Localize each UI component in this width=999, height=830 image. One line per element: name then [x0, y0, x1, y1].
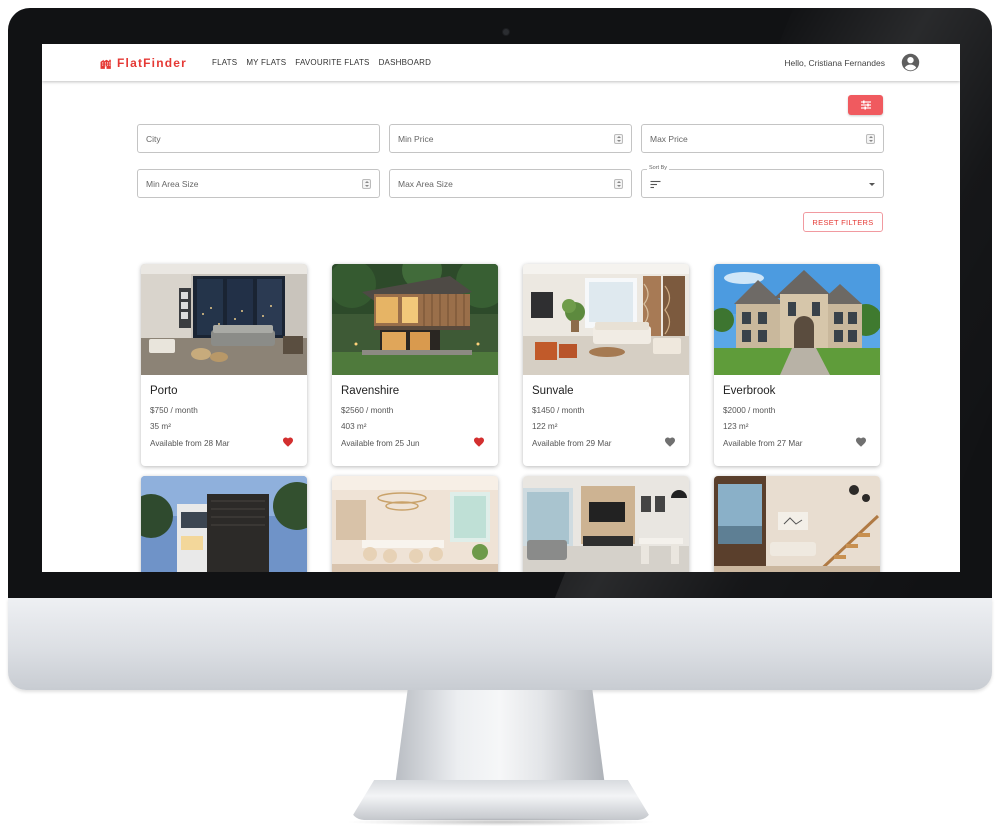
nav-flats[interactable]: FLATS	[212, 58, 237, 67]
flat-area: 35 m²	[150, 422, 171, 431]
chevron-down-icon	[869, 183, 875, 186]
flat-card[interactable]: Porto $750 / month 35 m² Available from …	[141, 264, 307, 466]
top-navbar: FlatFinder FLATS MY FLATS FAVOURITE FLAT…	[42, 44, 960, 81]
building-icon	[100, 59, 111, 69]
flat-photo	[523, 476, 689, 572]
monitor-chin	[8, 598, 992, 690]
nav-favourite-flats[interactable]: FAVOURITE FLATS	[295, 58, 369, 67]
flat-area: 403 m²	[341, 422, 367, 431]
flat-card[interactable]: Ravenshire $2560 / month 403 m² Availabl…	[332, 264, 498, 466]
flat-availability: Available from 25 Jun	[341, 439, 420, 448]
heart-icon[interactable]	[855, 436, 867, 447]
brand-logo[interactable]: FlatFinder	[100, 56, 187, 70]
stepper-icon[interactable]	[866, 134, 875, 144]
flat-card[interactable]	[141, 476, 307, 572]
sort-by-select[interactable]: Sort By	[641, 165, 884, 198]
user-greeting: Hello, Cristiana Fernandes	[784, 58, 885, 68]
city-placeholder: City	[146, 134, 161, 144]
flat-photo	[332, 476, 498, 572]
flat-price: $2560 / month	[341, 406, 394, 415]
brand-name: FlatFinder	[117, 56, 188, 70]
main-nav: FLATS MY FLATS FAVOURITE FLATS DASHBOARD	[212, 58, 431, 67]
heart-icon[interactable]	[473, 436, 485, 447]
flat-availability: Available from 28 Mar	[150, 439, 230, 448]
nav-my-flats[interactable]: MY FLATS	[246, 58, 286, 67]
flat-city: Porto	[150, 385, 178, 397]
max-price-placeholder: Max Price	[650, 134, 688, 144]
stand-shadow	[345, 818, 657, 826]
flat-card[interactable]	[523, 476, 689, 572]
city-input[interactable]: City	[137, 124, 380, 153]
nav-dashboard[interactable]: DASHBOARD	[379, 58, 431, 67]
min-area-placeholder: Min Area Size	[146, 179, 199, 189]
flat-price: $2000 / month	[723, 406, 776, 415]
filter-toggle-button[interactable]	[848, 95, 883, 115]
flat-price: $1450 / month	[532, 406, 585, 415]
camera-dot	[503, 29, 509, 35]
flat-photo	[714, 264, 880, 375]
monitor-stand-base	[350, 780, 652, 820]
account-circle-icon[interactable]	[901, 53, 920, 72]
flat-availability: Available from 27 Mar	[723, 439, 803, 448]
flat-card[interactable]	[332, 476, 498, 572]
flat-photo	[141, 476, 307, 572]
flat-availability: Available from 29 Mar	[532, 439, 612, 448]
min-price-placeholder: Min Price	[398, 134, 434, 144]
stepper-icon[interactable]	[614, 134, 623, 144]
flat-card[interactable]: Sunvale $1450 / month 122 m² Available f…	[523, 264, 689, 466]
stepper-icon[interactable]	[614, 179, 623, 189]
heart-icon[interactable]	[282, 436, 294, 447]
monitor-stand	[395, 690, 605, 786]
flat-city: Ravenshire	[341, 385, 400, 397]
flat-card[interactable]	[714, 476, 880, 572]
flat-area: 123 m²	[723, 422, 749, 431]
flat-city: Everbrook	[723, 385, 776, 397]
tune-icon	[860, 100, 871, 110]
flat-photo	[332, 264, 498, 375]
min-price-input[interactable]: Min Price	[389, 124, 632, 153]
stepper-icon[interactable]	[362, 179, 371, 189]
max-price-input[interactable]: Max Price	[641, 124, 884, 153]
flat-photo	[714, 476, 880, 572]
min-area-input[interactable]: Min Area Size	[137, 169, 380, 198]
reset-filters-button[interactable]: RESET FILTERS	[803, 212, 883, 232]
flat-card[interactable]: Everbrook $2000 / month 123 m² Available…	[714, 264, 880, 466]
flat-city: Sunvale	[532, 385, 574, 397]
flat-photo	[523, 264, 689, 375]
heart-icon[interactable]	[664, 436, 676, 447]
flat-photo	[141, 264, 307, 375]
max-area-placeholder: Max Area Size	[398, 179, 453, 189]
flat-area: 122 m²	[532, 422, 558, 431]
app-screen: FlatFinder FLATS MY FLATS FAVOURITE FLAT…	[42, 44, 960, 572]
sort-icon	[650, 180, 661, 189]
max-area-input[interactable]: Max Area Size	[389, 169, 632, 198]
flat-price: $750 / month	[150, 406, 198, 415]
sort-by-label: Sort By	[647, 165, 670, 171]
